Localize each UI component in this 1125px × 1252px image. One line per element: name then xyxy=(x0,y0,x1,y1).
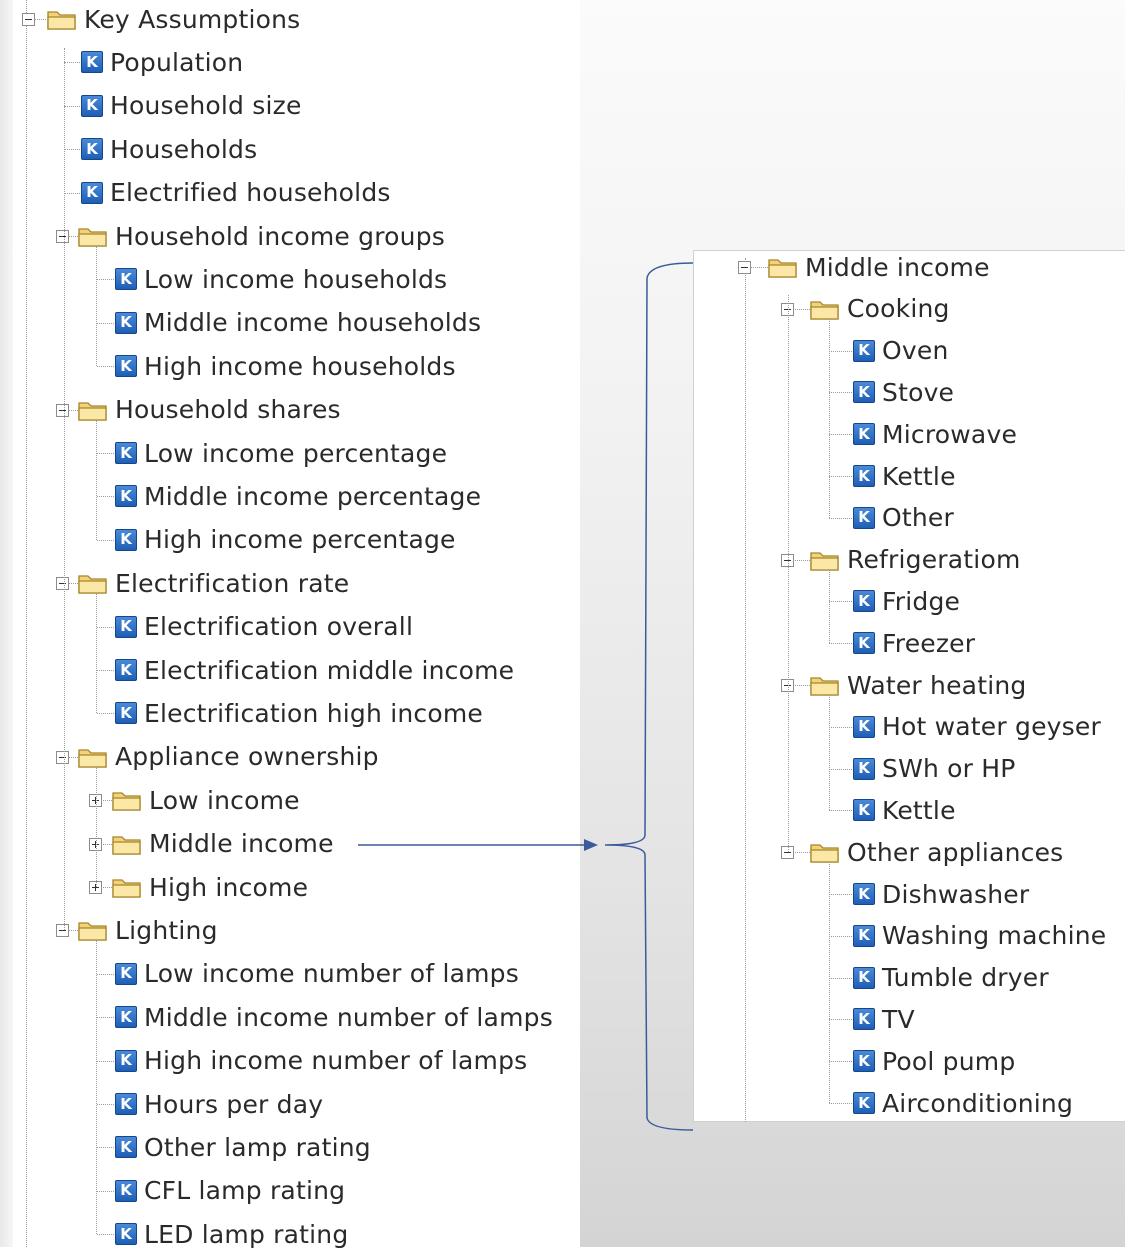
connector-arrowhead xyxy=(584,839,598,851)
connector-graphic xyxy=(358,262,694,1131)
stage: Key Assumptions K Population K Household siz… xyxy=(0,0,1125,1249)
connector-bracket xyxy=(604,262,694,1131)
